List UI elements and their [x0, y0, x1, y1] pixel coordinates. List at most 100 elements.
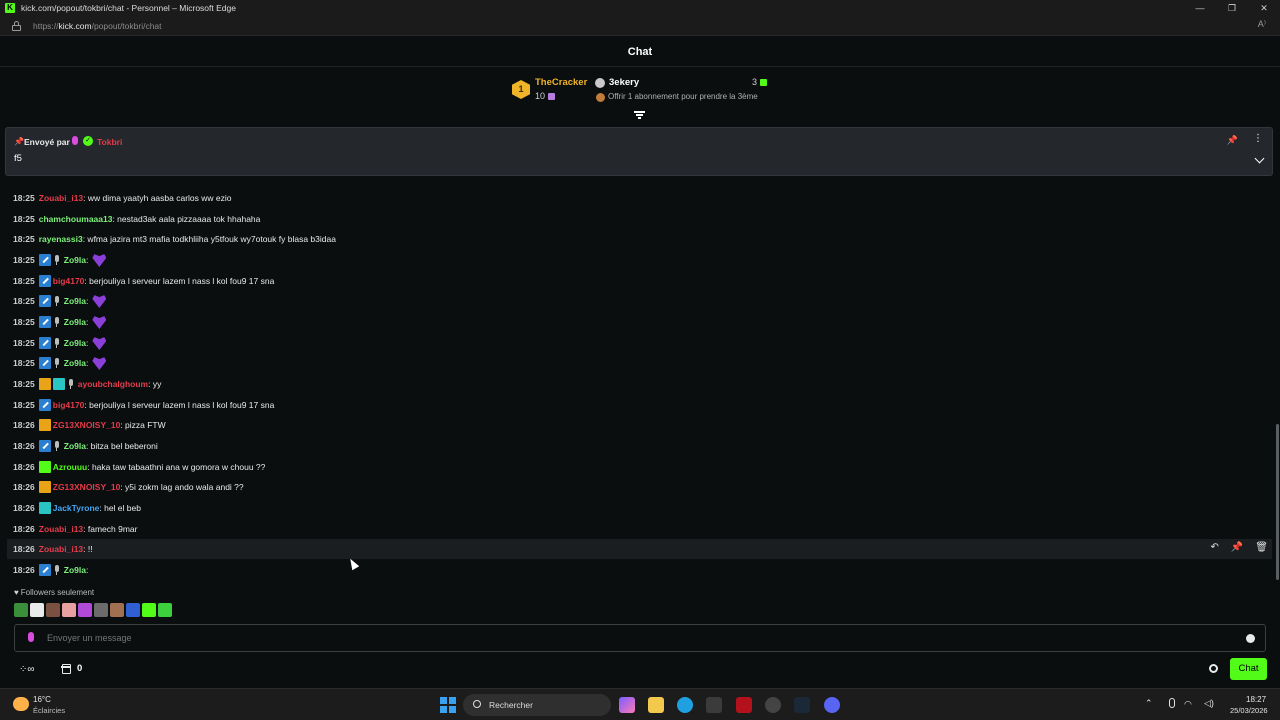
username[interactable]: ayoubchalghoum — [78, 379, 148, 389]
chat-message[interactable]: 18:26 Zo9la : bitza bel beberoni — [0, 436, 1272, 456]
chat-message[interactable]: 18:25 Zouabi_i13 : ww dima yaatyh aasba … — [0, 188, 1272, 208]
address-bar[interactable]: https://kick.com/popout/tokbri/chat A͏⁾ — [0, 16, 1280, 36]
username[interactable]: chamchoumaaa13 — [39, 214, 113, 224]
username[interactable]: Zo9la — [64, 565, 86, 575]
kick-points-icon[interactable]: ⁘∞ — [19, 664, 35, 675]
username[interactable]: big4170 — [53, 276, 85, 286]
username[interactable]: Zouabi_i13 — [39, 544, 83, 554]
emote-icon[interactable] — [126, 603, 140, 617]
username[interactable]: Zo9la — [64, 296, 86, 306]
emote-icon[interactable] — [158, 603, 172, 617]
read-aloud-icon[interactable]: A͏⁾ — [1258, 19, 1266, 30]
microphone-icon — [28, 632, 34, 642]
emote-icon[interactable] — [110, 603, 124, 617]
copilot-icon[interactable] — [619, 697, 635, 713]
lock-icon[interactable] — [12, 20, 21, 31]
chat-message-input[interactable] — [47, 633, 1227, 643]
username[interactable]: Zo9la — [64, 317, 86, 327]
second-gifter-name[interactable]: 3ekery — [609, 77, 639, 88]
chat-message[interactable]: 18:26 Azrouuu : haka taw tabaathni ana w… — [0, 457, 1272, 477]
username[interactable]: Zo9la — [64, 441, 86, 451]
reply-icon[interactable]: ↶ — [1210, 542, 1218, 553]
expand-leaderboard-icon[interactable] — [634, 111, 645, 120]
message-text: : bitza bel beberoni — [85, 441, 158, 451]
volume-icon[interactable]: ◁) — [1204, 698, 1214, 709]
username[interactable]: Zo9la — [64, 338, 86, 348]
username[interactable]: rayenassi3 — [39, 234, 83, 244]
settings-gear-icon[interactable] — [1209, 664, 1218, 673]
pinned-username[interactable]: Tokbri — [97, 137, 122, 147]
message-text: : — [85, 565, 89, 575]
url-text[interactable]: https://kick.com/popout/tokbri/chat — [33, 21, 162, 31]
chat-scrollbar[interactable] — [1276, 424, 1279, 580]
steam-icon[interactable] — [794, 697, 810, 713]
username[interactable]: ZG13XNOISY_10 — [53, 482, 121, 492]
chat-message[interactable]: 18:26 Zo9la : — [0, 560, 1272, 580]
offer-subscription-text[interactable]: Offrir 1 abonnement pour prendre la 3ème — [608, 92, 758, 101]
chat-message[interactable]: 18:26 JackTyrone : hel el beb — [0, 498, 1272, 518]
username[interactable]: Azrouuu — [53, 462, 87, 472]
chat-message[interactable]: 18:25 big4170 : berjouliya l serveur laz… — [0, 395, 1272, 415]
tray-overflow-icon[interactable]: ⌃ — [1145, 698, 1153, 709]
chat-message[interactable]: 18:26 ZG13XNOISY_10 : pizza FTW — [0, 415, 1272, 435]
acrobat-icon[interactable] — [736, 697, 752, 713]
chat-message[interactable]: 18:25 Zo9la : — [0, 250, 1272, 270]
file-explorer-icon[interactable] — [648, 697, 664, 713]
chat-message[interactable]: 18:26 Zouabi_i13 : famech 9mar — [0, 519, 1272, 539]
emote-icon[interactable] — [142, 603, 156, 617]
emote-icon[interactable] — [30, 603, 44, 617]
wifi-icon[interactable]: ◠ — [1184, 699, 1192, 710]
chat-message[interactable]: 18:25 rayenassi3 : wfma jazira mt3 mafia… — [0, 229, 1272, 249]
timestamp: 18:26 — [13, 565, 35, 575]
top-gifter-name[interactable]: TheCracker — [535, 77, 587, 88]
chat-message[interactable]: 18:25 chamchoumaaa13 : nestad3ak aala pi… — [0, 209, 1272, 229]
edge-browser-icon[interactable] — [677, 697, 693, 713]
emoji-picker-icon[interactable] — [1246, 634, 1255, 643]
weather-icon[interactable] — [13, 697, 29, 711]
chrome-icon[interactable] — [765, 697, 781, 713]
emote-icon[interactable] — [94, 603, 108, 617]
username[interactable]: Zo9la — [64, 358, 86, 368]
pinned-message[interactable]: 📌 Envoyé par ✓ Tokbri f5 📌 ⋮ — [5, 127, 1273, 176]
chat-message[interactable]: 18:25 big4170 : berjouliya l serveur laz… — [0, 271, 1272, 291]
username[interactable]: big4170 — [53, 400, 85, 410]
username[interactable]: Zouabi_i13 — [39, 524, 83, 534]
minimize-button[interactable]: — — [1184, 0, 1216, 16]
chat-message[interactable]: 18:25 Zo9la : — [0, 291, 1272, 311]
username[interactable]: Zo9la — [64, 255, 86, 265]
clock-time[interactable]: 18:27 — [1246, 695, 1266, 704]
weather-temperature[interactable]: 16°C — [33, 695, 51, 704]
pin-message-icon[interactable]: 📌 — [1231, 542, 1243, 553]
delete-icon[interactable]: 🗑 — [1255, 542, 1268, 553]
chat-message[interactable]: 18:25 Zo9la : — [0, 333, 1272, 353]
username[interactable]: JackTyrone — [53, 503, 100, 513]
close-button[interactable]: ✕ — [1248, 0, 1280, 16]
chat-input-box[interactable] — [14, 624, 1266, 652]
username[interactable]: ZG13XNOISY_10 — [53, 420, 121, 430]
chat-message[interactable]: 18:25 ayoubchalghoum : yy — [0, 374, 1272, 394]
taskbar-search[interactable]: Rechercher — [463, 694, 611, 716]
weather-description[interactable]: Éclaircies — [33, 706, 65, 715]
username[interactable]: Zouabi_i13 — [39, 193, 83, 203]
unpin-icon[interactable]: 📌 — [1227, 135, 1238, 146]
chat-message-hovered[interactable]: 18:26 Zouabi_i13 : !! ↶ 📌 🗑 — [7, 539, 1272, 559]
tray-microphone-icon[interactable] — [1169, 698, 1175, 708]
more-options-icon[interactable]: ⋮ — [1253, 134, 1263, 144]
send-chat-button[interactable]: Chat — [1230, 658, 1267, 680]
gift-icon[interactable] — [61, 664, 71, 674]
emote-icon[interactable] — [78, 603, 92, 617]
store-icon[interactable] — [706, 697, 722, 713]
chat-message[interactable]: 18:25 Zo9la : — [0, 353, 1272, 373]
restore-button[interactable]: ❐ — [1216, 0, 1248, 16]
emote-icon[interactable] — [14, 603, 28, 617]
chat-messages[interactable]: 18:25 Zouabi_i13 : ww dima yaatyh aasba … — [0, 172, 1272, 582]
chevron-down-icon[interactable] — [1254, 153, 1265, 164]
windows-start-icon[interactable] — [440, 697, 456, 713]
chat-message[interactable]: 18:26 ZG13XNOISY_10 : y5i zokm lag ando … — [0, 477, 1272, 497]
emote-icon[interactable] — [46, 603, 60, 617]
emote-icon[interactable] — [62, 603, 76, 617]
discord-icon[interactable] — [824, 697, 840, 713]
clock-date[interactable]: 25/03/2026 — [1230, 706, 1268, 715]
chat-message[interactable]: 18:25 Zo9la : — [0, 312, 1272, 332]
timestamp: 18:26 — [13, 544, 35, 554]
